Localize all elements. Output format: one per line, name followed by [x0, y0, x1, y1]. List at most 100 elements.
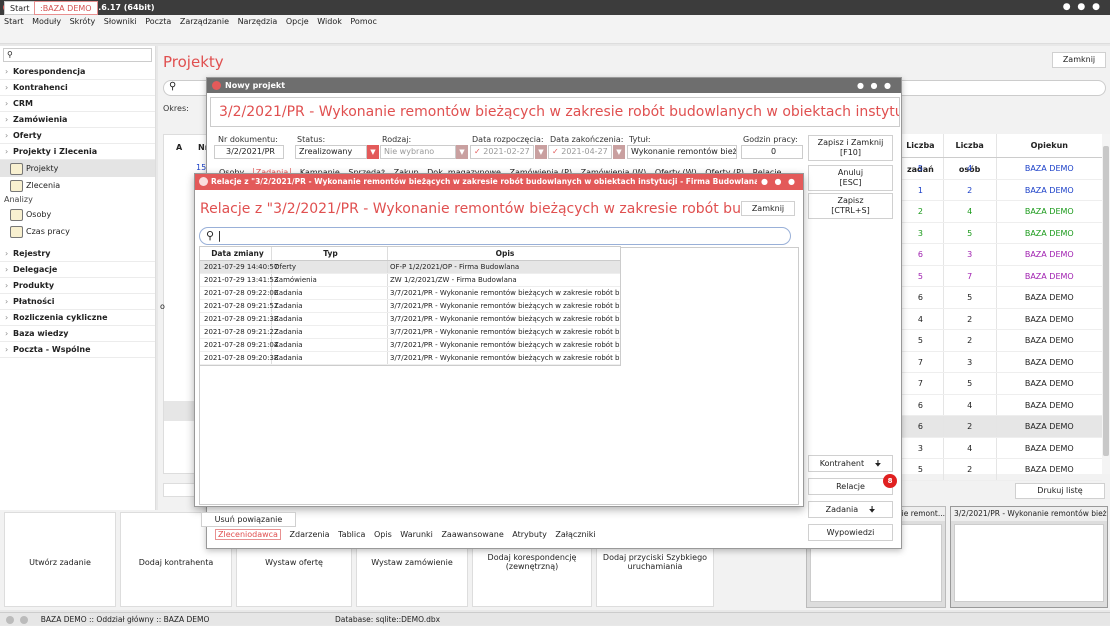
column-header-opiekun[interactable]: Opiekun [997, 134, 1102, 157]
sidebar-subitem-zlecenia[interactable]: Zlecenia [0, 177, 155, 194]
column-header-data-zmiany[interactable]: Data zmiany [200, 247, 272, 260]
tab-opis[interactable]: Opis [374, 530, 392, 539]
table-row[interactable]: 6 3 BAZA DEMO [898, 244, 1102, 266]
window-menu-dots-icon[interactable]: ● ● ● [756, 174, 797, 190]
column-header-opis[interactable]: Opis [388, 247, 620, 260]
relation-type: Zamówienia [272, 274, 388, 286]
sidebar-item-zamowienia[interactable]: › Zamówienia [0, 112, 155, 128]
menu-zarzadzanie[interactable]: Zarządzanie [180, 17, 229, 26]
column-header-liczba-osob[interactable]: Liczba osób [944, 134, 997, 174]
window-menu-dots-icon[interactable]: ● ● ● [857, 78, 893, 93]
menu-opcje[interactable]: Opcje [286, 17, 309, 26]
sidebar-item-baza-wiedzy[interactable]: › Baza wiedzy [0, 326, 155, 342]
tab-zaawansowane[interactable]: Zaawansowane [441, 530, 503, 539]
calendar-icon[interactable]: ▼ [613, 145, 625, 159]
sidebar-item-delegacje[interactable]: › Delegacje [0, 262, 155, 278]
tab-warunki[interactable]: Warunki [400, 530, 433, 539]
relations-search-input[interactable]: ⚲ | [199, 227, 791, 245]
table-row[interactable]: 4 2 BAZA DEMO [898, 308, 1102, 330]
work-hours-field[interactable]: 0 [741, 145, 803, 159]
window-menu-dots-icon[interactable]: ● ● ● [1063, 0, 1102, 15]
sidebar-item-crm[interactable]: › CRM [0, 96, 155, 112]
table-row[interactable]: 5 7 BAZA DEMO [898, 265, 1102, 287]
menu-widok[interactable]: Widok [317, 17, 342, 26]
menu-start[interactable]: Start [4, 17, 24, 26]
table-row[interactable]: 6 4 BAZA DEMO [898, 394, 1102, 416]
remove-relation-button[interactable]: Usuń powiązanie [201, 512, 296, 527]
menu-slowniki[interactable]: Słowniki [104, 17, 137, 26]
end-date-field[interactable]: ✓ 2021-04-27 [548, 145, 612, 159]
close-button[interactable]: Zamknij [1052, 52, 1106, 68]
sidebar-search-input[interactable]: ⚲ [3, 48, 152, 62]
relation-row[interactable]: 2021-07-28 09:22:06 Zadania 3/7/2021/PR - … [200, 287, 620, 300]
tab-atrybuty[interactable]: Atrybuty [512, 530, 547, 539]
relation-row[interactable]: 2021-07-28 09:21:38 Zadania 3/7/2021/PR - … [200, 313, 620, 326]
nr-dokumentu-field[interactable]: 3/2/2021/PR [214, 145, 284, 159]
save-and-close-button[interactable]: Zapisz i Zamknij [F10] [808, 135, 893, 161]
sidebar-item-platnosci[interactable]: › Płatności [0, 294, 155, 310]
wypowiedzi-button[interactable]: Wypowiedzi [808, 524, 893, 541]
sidebar-item-produkty[interactable]: › Produkty [0, 278, 155, 294]
print-list-button[interactable]: Drukuj listę [1015, 483, 1105, 499]
relation-row[interactable]: 2021-07-28 09:21:51 Zadania 3/7/2021/PR - … [200, 300, 620, 313]
sidebar-subitem-projekty[interactable]: Projekty [0, 160, 155, 177]
menu-narzedzia[interactable]: Narzędzia [238, 17, 278, 26]
rodzaj-select[interactable]: Nie wybrano [380, 145, 456, 159]
sidebar-item-rejestry[interactable]: › Rejestry [0, 246, 155, 262]
label-godzin-pracy: Godzin pracy: [743, 135, 798, 144]
relation-row[interactable]: 2021-07-29 13:41:53 Zamówienia ZW 1/2/2021… [200, 274, 620, 287]
relation-row[interactable]: 2021-07-28 09:21:04 Zadania 3/7/2021/PR - … [200, 339, 620, 352]
table-cell-osob: 7 [944, 265, 997, 286]
table-row[interactable]: 7 3 BAZA DEMO [898, 351, 1102, 373]
relation-row[interactable]: 2021-07-28 09:20:38 Zadania 3/7/2021/PR - … [200, 352, 620, 365]
cancel-button[interactable]: Anuluj [ESC] [808, 165, 893, 191]
menu-moduly[interactable]: Moduły [32, 17, 61, 26]
tab-tablica[interactable]: Tablica [338, 530, 365, 539]
relation-row[interactable]: 2021-07-29 14:40:57 Oferty OF-P 1/2/2021/O… [200, 261, 620, 274]
sidebar-item-projekty-i-zlecenia[interactable]: › Projekty i Zlecenia [0, 144, 155, 160]
table-row[interactable]: 2 4 BAZA DEMO [898, 201, 1102, 223]
tab-start[interactable]: Start [4, 1, 36, 15]
create-task-button[interactable]: Utwórz zadanie [4, 512, 116, 607]
table-row[interactable]: 5 2 BAZA DEMO [898, 459, 1102, 481]
save-button[interactable]: Zapisz [CTRL+S] [808, 193, 893, 219]
column-header-liczba-zadan[interactable]: Liczba zadań [898, 134, 944, 174]
table-row[interactable]: 5 4 BAZA DEMO [898, 158, 1102, 180]
sidebar-item-oferty[interactable]: › Oferty [0, 128, 155, 144]
column-header-typ[interactable]: Typ [272, 247, 388, 260]
chevron-down-icon[interactable]: ▼ [367, 145, 379, 159]
relacje-button[interactable]: Relacje [808, 478, 893, 495]
start-date-field[interactable]: ✓ 2021-02-27 [470, 145, 534, 159]
table-row[interactable]: 3 4 BAZA DEMO [898, 437, 1102, 459]
scrollbar-thumb[interactable] [1103, 146, 1109, 456]
relation-row[interactable]: 2021-07-28 09:21:22 Zadania 3/7/2021/PR - … [200, 326, 620, 339]
tab-baza-demo[interactable]: :BAZA DEMO [34, 1, 98, 15]
tab-zleceniodawca[interactable]: Zleceniodawca [215, 529, 281, 540]
tab-zdarzenia[interactable]: Zdarzenia [290, 530, 330, 539]
table-row[interactable]: 7 5 BAZA DEMO [898, 373, 1102, 395]
title-field[interactable]: Wykonanie remontów bieżących [627, 145, 737, 159]
sidebar-item-korespondencja[interactable]: › Korespondencja [0, 64, 155, 80]
calendar-icon[interactable]: ▼ [535, 145, 547, 159]
sidebar-subitem-osoby[interactable]: Osoby [0, 206, 155, 223]
sidebar-item-poczta-wspolne[interactable]: › Poczta - Wspólne [0, 342, 155, 358]
status-select[interactable]: Zrealizowany [295, 145, 367, 159]
table-row[interactable]: 1 2 BAZA DEMO [898, 179, 1102, 201]
window-thumbnail-active[interactable]: 3/2/2021/PR - Wykonanie remontów bieżąc.… [950, 506, 1108, 608]
table-row[interactable]: 3 5 BAZA DEMO [898, 222, 1102, 244]
kontrahent-button[interactable]: Kontrahent 🠋 [808, 455, 893, 472]
table-row[interactable]: 6 5 BAZA DEMO [898, 287, 1102, 309]
table-row[interactable]: 5 2 BAZA DEMO [898, 330, 1102, 352]
menu-skroty[interactable]: Skróty [70, 17, 96, 26]
table-row[interactable]: 6 2 BAZA DEMO [898, 416, 1102, 438]
close-button[interactable]: Zamknij [741, 201, 795, 216]
menu-pomoc[interactable]: Pomoc [350, 17, 377, 26]
sidebar-item-rozliczenia-cykliczne[interactable]: › Rozliczenia cykliczne [0, 310, 155, 326]
sidebar-subitem-czas-pracy[interactable]: Czas pracy [0, 223, 155, 240]
zadania-button[interactable]: Zadania 🠋 [808, 501, 893, 518]
tab-zalaczniki[interactable]: Załączniki [555, 530, 595, 539]
chevron-down-icon[interactable]: ▼ [456, 145, 468, 159]
sidebar-item-kontrahenci[interactable]: › Kontrahenci [0, 80, 155, 96]
table-cell-osob: 2 [944, 330, 997, 351]
menu-poczta[interactable]: Poczta [145, 17, 171, 26]
